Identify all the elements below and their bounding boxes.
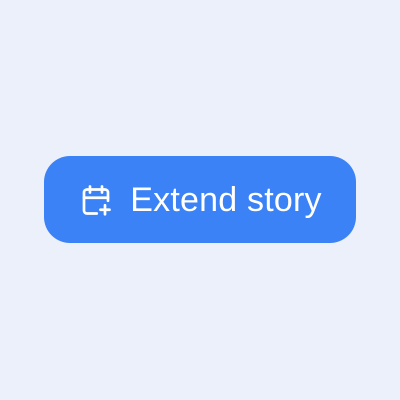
extend-story-label: Extend story [130, 180, 322, 219]
extend-story-button[interactable]: Extend story [44, 156, 356, 243]
canvas: Extend story [0, 0, 400, 400]
calendar-plus-icon [78, 182, 114, 218]
